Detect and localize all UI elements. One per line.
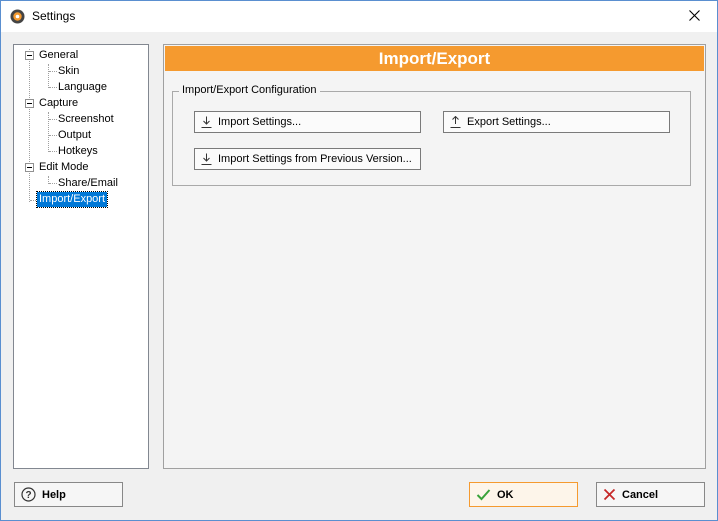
tree-item-hotkeys[interactable]: Hotkeys (56, 144, 100, 159)
tree-item-skin[interactable]: Skin (56, 64, 81, 79)
close-button[interactable] (671, 1, 717, 32)
download-icon (201, 153, 212, 165)
tree-item-output[interactable]: Output (56, 128, 93, 143)
title-bar: Settings (1, 1, 717, 32)
checkmark-icon (476, 489, 491, 501)
tree-item-general[interactable]: General (37, 48, 80, 63)
svg-text:?: ? (25, 490, 31, 501)
tree-item-language[interactable]: Language (56, 80, 109, 95)
close-icon (688, 9, 700, 24)
page-title: Import/Export (165, 46, 704, 71)
content-panel: Import/Export Import/Export Configuratio… (163, 44, 706, 469)
tree-item-import-export[interactable]: Import/Export (35, 191, 109, 208)
import-export-group: Import/Export Configuration Import Setti… (172, 84, 691, 186)
settings-window: Settings General Skin Language Capture S… (0, 0, 718, 521)
cancel-label: Cancel (622, 488, 659, 501)
collapse-general-icon[interactable] (25, 51, 34, 60)
tree-item-edit-mode[interactable]: Edit Mode (37, 160, 91, 175)
export-settings-label: Export Settings... (467, 116, 551, 128)
tree-item-screenshot[interactable]: Screenshot (56, 112, 116, 127)
group-title: Import/Export Configuration (179, 84, 320, 96)
import-settings-button[interactable]: Import Settings... (194, 111, 421, 133)
download-icon (201, 116, 212, 128)
window-title: Settings (32, 9, 76, 23)
collapse-capture-icon[interactable] (25, 99, 34, 108)
import-settings-label: Import Settings... (218, 116, 302, 128)
tree-item-capture[interactable]: Capture (37, 96, 80, 111)
settings-tree[interactable]: General Skin Language Capture Screenshot… (13, 44, 149, 469)
cancel-button[interactable]: Cancel (596, 482, 705, 507)
export-settings-button[interactable]: Export Settings... (443, 111, 670, 133)
help-label: Help (42, 488, 66, 501)
import-previous-version-label: Import Settings from Previous Version... (218, 153, 412, 165)
app-logo-icon (10, 9, 25, 24)
import-previous-version-button[interactable]: Import Settings from Previous Version... (194, 148, 421, 170)
collapse-edit-mode-icon[interactable] (25, 163, 34, 172)
cancel-x-icon (603, 488, 616, 501)
ok-button[interactable]: OK (469, 482, 578, 507)
upload-icon (450, 116, 461, 128)
ok-label: OK (497, 488, 514, 501)
tree-item-share-email[interactable]: Share/Email (56, 176, 120, 191)
help-icon: ? (21, 487, 36, 502)
help-button[interactable]: ? Help (14, 482, 123, 507)
